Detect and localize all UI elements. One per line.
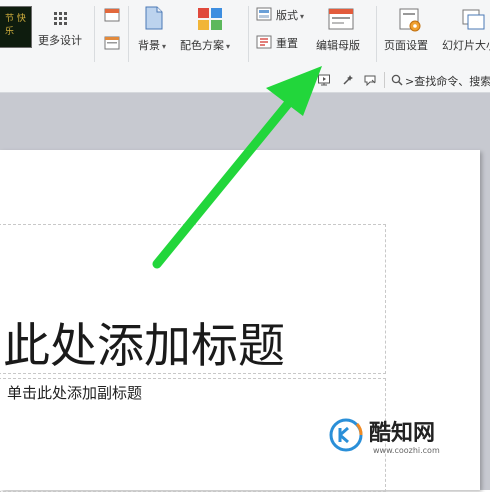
coozhi-logo-icon (329, 418, 363, 452)
coozhi-watermark: 酷知网 www.coozhi.com (329, 412, 449, 462)
watermark-name: 酷知网 (369, 421, 436, 446)
watermark-url: www.coozhi.com (373, 446, 440, 455)
